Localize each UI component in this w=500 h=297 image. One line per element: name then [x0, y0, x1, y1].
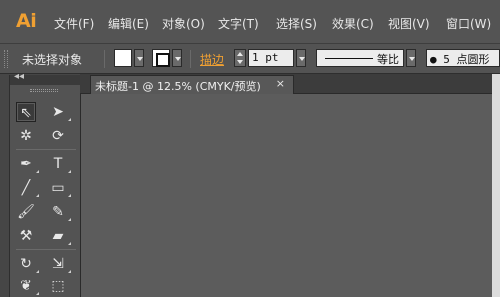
- pen-tool-icon[interactable]: ✒: [16, 154, 39, 174]
- variable-width-profile[interactable]: 等比: [316, 49, 404, 67]
- close-icon[interactable]: ×: [276, 77, 285, 90]
- line-segment-tool-icon[interactable]: ╱: [16, 178, 39, 198]
- profile-label: 等比: [377, 53, 399, 66]
- stroke-weight-dropdown[interactable]: [296, 49, 306, 67]
- menu-edit[interactable]: 编辑(E): [108, 15, 149, 32]
- direct-selection-tool-icon[interactable]: ➤: [48, 102, 71, 122]
- stroke-weight-field[interactable]: 1 pt: [248, 49, 294, 67]
- profile-dropdown[interactable]: [406, 49, 416, 67]
- scale-tool-icon[interactable]: ⇲: [48, 254, 71, 274]
- rectangle-tool-icon[interactable]: ▭: [48, 178, 71, 198]
- stroke-weight-stepper[interactable]: [234, 49, 246, 67]
- menu-window[interactable]: 窗口(W): [446, 15, 491, 32]
- document-tab-strip: 未标题-1 @ 12.5% (CMYK/预览) ×: [80, 74, 492, 94]
- artboard-canvas[interactable]: [80, 94, 492, 297]
- lasso-tool-icon[interactable]: ⟳: [48, 126, 68, 146]
- tools-panel-grip[interactable]: [30, 89, 58, 92]
- pencil-tool-icon[interactable]: ✎: [48, 202, 71, 222]
- blob-brush-tool-icon[interactable]: ⚒: [16, 226, 36, 246]
- rotate-tool-icon[interactable]: ↻: [16, 254, 39, 274]
- type-tool-icon[interactable]: T: [48, 154, 71, 174]
- menu-bar: Ai 文件(F) 编辑(E) 对象(O) 文字(T) 选择(S) 效果(C) 视…: [0, 0, 500, 44]
- menu-effect[interactable]: 效果(C): [332, 15, 374, 32]
- stroke-dropdown[interactable]: [172, 49, 182, 67]
- tools-panel-header[interactable]: ◂◂: [10, 71, 80, 85]
- app-logo: Ai: [16, 10, 37, 32]
- divider: [16, 149, 76, 150]
- menu-select[interactable]: 选择(S): [276, 15, 317, 32]
- menu-file[interactable]: 文件(F): [54, 15, 94, 32]
- stroke-swatch[interactable]: [152, 49, 170, 67]
- menu-type[interactable]: 文字(T): [218, 15, 259, 32]
- control-bar: 未选择对象 描边 1 pt 等比 ● 5 点圆形: [0, 44, 500, 74]
- free-transform-tool-icon[interactable]: ⬚: [48, 276, 68, 296]
- eraser-tool-icon[interactable]: ▰: [48, 226, 71, 246]
- selection-tool-icon[interactable]: ⇖: [16, 102, 36, 122]
- brush-definition[interactable]: ● 5 点圆形: [426, 49, 500, 67]
- collapse-icon[interactable]: ◂◂: [14, 71, 24, 82]
- selection-status: 未选择对象: [22, 53, 83, 67]
- fill-swatch[interactable]: [114, 49, 132, 67]
- paintbrush-tool-icon[interactable]: 🖌: [16, 202, 36, 222]
- line-sample: [325, 58, 373, 59]
- fill-dropdown[interactable]: [134, 49, 144, 67]
- magic-wand-tool-icon[interactable]: ✲: [16, 126, 36, 146]
- divider: [16, 249, 76, 250]
- stroke-panel-link[interactable]: 描边: [200, 51, 224, 68]
- divider: [104, 50, 105, 68]
- window-edge: [492, 74, 500, 297]
- tools-panel: ◂◂ ⇖ ➤ ✲ ⟳ ✒ T ╱ ▭ 🖌 ✎ ⚒ ▰ ↻ ⇲ ❦ ⬚: [9, 71, 81, 297]
- document-tab[interactable]: 未标题-1 @ 12.5% (CMYK/预览) ×: [90, 75, 294, 94]
- menu-object[interactable]: 对象(O): [162, 15, 205, 32]
- menu-view[interactable]: 视图(V): [388, 15, 430, 32]
- document-tab-title: 未标题-1 @ 12.5% (CMYK/预览): [95, 80, 261, 93]
- control-bar-grip[interactable]: [4, 50, 8, 68]
- warp-tool-icon[interactable]: ❦: [16, 276, 39, 296]
- divider: [190, 50, 191, 68]
